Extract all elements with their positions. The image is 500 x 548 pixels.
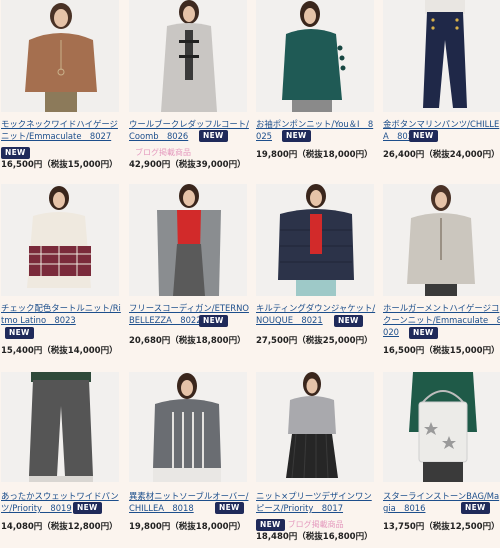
- product-photo[interactable]: [129, 372, 247, 482]
- product-price: 16,500円（税抜15,000円）: [1, 160, 118, 170]
- product-photo[interactable]: [129, 184, 247, 296]
- product-title-link[interactable]: ホールガーメントハイゲージコクーンニット/Emmaculate 8020: [383, 302, 500, 338]
- product-price: 18,480円（税抜16,800円）: [256, 532, 373, 542]
- product-price: 27,500円（税抜25,000円）: [256, 336, 373, 346]
- product-photo[interactable]: [1, 0, 119, 112]
- product-price: 20,680円（税抜18,800円）: [129, 336, 246, 346]
- product-photo[interactable]: [256, 184, 374, 296]
- product-title-link[interactable]: モックネックワイドハイゲージニット/Emmaculate 8027: [1, 118, 121, 142]
- product-photo[interactable]: [256, 372, 374, 482]
- product-photo[interactable]: [256, 0, 374, 112]
- product-title-link[interactable]: 金ボタンマリンパンツ/CHILLEA 8024: [383, 118, 500, 142]
- product-price: 19,800円（税抜18,000円）: [129, 522, 246, 532]
- new-badge: NEW: [409, 130, 438, 142]
- product-grid: モックネックワイドハイゲージニット/Emmaculate 8027 NEW 16…: [0, 0, 500, 548]
- product-photo[interactable]: [129, 0, 247, 112]
- new-badge: NEW: [409, 327, 438, 339]
- product-price: 42,900円（税抜39,000円）: [129, 160, 246, 170]
- blog-featured-tag: ブログ掲載商品: [135, 148, 191, 157]
- product-title-link[interactable]: ニット×プリーツデザインワンピース/Priority 8017: [256, 490, 376, 514]
- product-photo[interactable]: [1, 184, 119, 296]
- product-title-link[interactable]: チェック配色タートルニット/Ritmo Latino 8023: [1, 302, 121, 326]
- product-price: 26,400円（税抜24,000円）: [383, 150, 500, 160]
- product-price: 14,080円（税抜12,800円）: [1, 522, 118, 532]
- product-price: 13,750円（税抜12,500円）: [383, 522, 500, 532]
- blog-featured-tag: ブログ掲載商品: [287, 520, 344, 529]
- new-badge: NEW: [282, 130, 311, 142]
- new-badge: NEW: [215, 502, 244, 514]
- product-title-link[interactable]: お袖ポンポンニット/You＆I 8025: [256, 118, 376, 142]
- product-price: 19,800円（税抜18,000円）: [256, 150, 373, 160]
- product-photo[interactable]: [383, 184, 500, 296]
- new-badge: NEW: [256, 518, 285, 531]
- new-badge: NEW: [5, 327, 34, 339]
- new-badge: NEW: [199, 315, 228, 327]
- product-price: 15,400円（税抜14,000円）: [1, 346, 118, 356]
- product-title-link[interactable]: あったかスウェットワイドパンツ/Priority 8019: [1, 490, 121, 514]
- product-title-link[interactable]: ウールブークレダッフルコート/Coomb 8026: [129, 118, 249, 142]
- new-badge: NEW: [73, 502, 102, 514]
- product-price: 16,500円（税抜15,000円）: [383, 346, 500, 356]
- product-photo[interactable]: [383, 0, 500, 112]
- new-badge: NEW: [199, 130, 228, 142]
- new-badge: NEW: [461, 502, 490, 514]
- new-badge: NEW: [1, 146, 30, 159]
- product-photo[interactable]: [1, 372, 119, 482]
- product-photo[interactable]: [383, 372, 500, 482]
- new-badge: NEW: [334, 315, 363, 327]
- product-title-link[interactable]: フリースコーディガン/ETERNO BELLEZZA 8022: [129, 302, 249, 326]
